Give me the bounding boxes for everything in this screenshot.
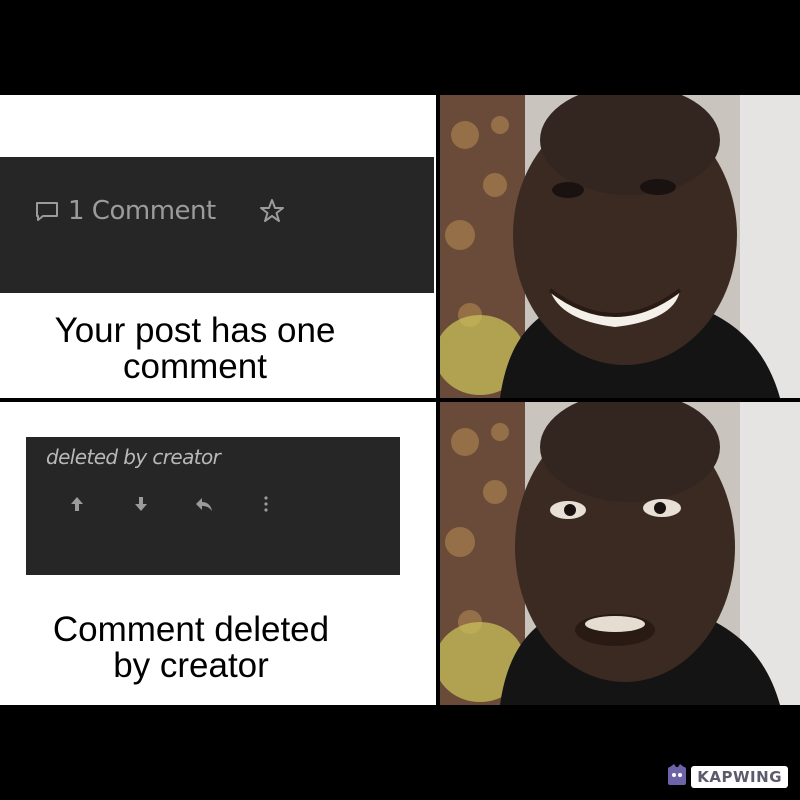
top-left-panel: 1 Comment Your post has one comment <box>0 95 436 398</box>
reply-icon[interactable] <box>193 493 215 515</box>
top-caption-line1: Your post has one <box>54 311 336 350</box>
comment-bubble-icon <box>34 198 60 224</box>
star-icon[interactable] <box>258 197 286 225</box>
arrow-down-icon[interactable] <box>130 493 152 515</box>
bottom-caption-line1: Comment deleted <box>52 610 330 649</box>
comment-count-row[interactable]: 1 Comment <box>34 196 216 226</box>
kapwing-watermark: KAPWING <box>667 763 788 791</box>
comment-bar-screenshot: 1 Comment <box>0 157 434 293</box>
happy-man-photo <box>440 95 800 398</box>
deleted-comment-screenshot: deleted by creator <box>26 437 400 575</box>
top-caption: Your post has one comment <box>0 313 390 385</box>
top-caption-line2: comment <box>123 347 267 386</box>
kapwing-logo-icon <box>667 763 687 791</box>
more-vertical-icon[interactable] <box>255 493 277 515</box>
bottom-caption: Comment deleted by creator <box>0 612 386 684</box>
arrow-up-icon[interactable] <box>66 493 88 515</box>
deleted-comment-text: deleted by creator <box>46 445 221 469</box>
disappointed-man-photo <box>440 402 800 705</box>
comment-count-label: 1 Comment <box>68 196 216 226</box>
kapwing-label: KAPWING <box>691 766 788 788</box>
bottom-left-panel: deleted by creator Comment deleted by cr… <box>0 402 436 705</box>
bottom-caption-line2: by creator <box>113 646 269 685</box>
